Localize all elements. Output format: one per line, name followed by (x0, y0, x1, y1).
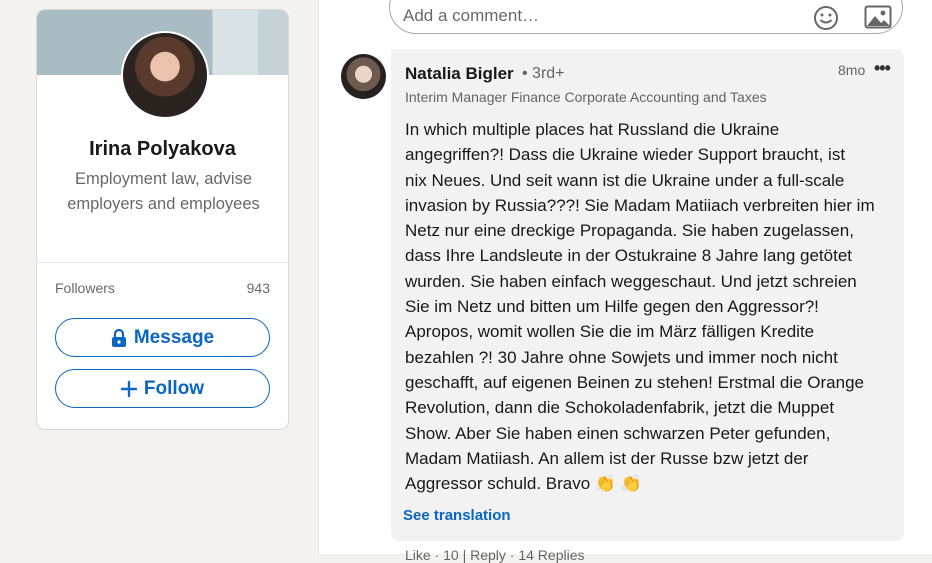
comment-text: In which multiple places hat Russland di… (405, 120, 875, 494)
comment-placeholder: Add a comment… (403, 6, 540, 25)
profile-avatar[interactable] (121, 31, 209, 119)
followers-count: 943 (246, 280, 270, 296)
comment-input[interactable]: Add a comment… (389, 0, 903, 34)
commenter-name[interactable]: Natalia Bigler (405, 64, 514, 84)
followers-label: Followers (55, 280, 115, 296)
follow-button[interactable]: Follow (55, 369, 270, 408)
follow-button-label: Follow (143, 377, 205, 399)
see-translation-link[interactable]: See translation (403, 507, 511, 524)
image-icon[interactable] (864, 5, 892, 34)
profile-card: Irina Polyakova Employment law, advise e… (36, 9, 289, 430)
message-button-label: Message (133, 326, 215, 348)
comment-timestamp: 8mo (838, 62, 866, 78)
comment-bubble: Natalia Bigler • 3rd+ 8mo ••• Interim Ma… (391, 49, 904, 541)
commenter-headline: Interim Manager Finance Corporate Accoun… (405, 89, 767, 105)
plus-icon (120, 380, 137, 397)
connection-degree: • 3rd+ (522, 65, 565, 82)
message-button[interactable]: Message (55, 318, 270, 357)
lock-icon (111, 328, 127, 347)
comment-actions-row[interactable]: Like · 10 | Reply · 14 Replies (405, 547, 585, 563)
more-options-icon[interactable]: ••• (874, 58, 891, 79)
profile-divider (37, 262, 288, 263)
feed-column: Add a comment… Natalia Bigler • 3rd+ 8mo… (318, 0, 932, 563)
emoji-icon[interactable] (813, 5, 839, 36)
commenter-avatar[interactable] (341, 54, 386, 99)
profile-headline: Employment law, advise employers and emp… (67, 170, 260, 213)
profile-name[interactable]: Irina Polyakova (37, 138, 288, 161)
